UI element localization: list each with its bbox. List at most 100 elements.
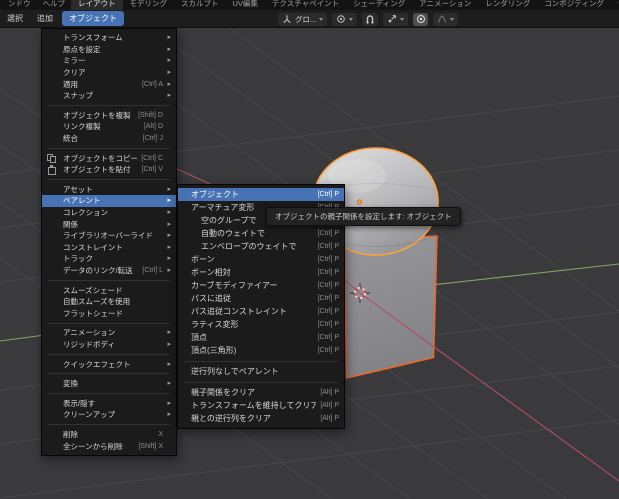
submenu-arrow-icon: ▸ <box>167 92 171 100</box>
menu-item-track[interactable]: トラック ▸ <box>42 253 176 265</box>
menu-separator <box>48 392 170 394</box>
menu-item-vertex[interactable]: 頂点 [Ctrl] P <box>178 331 344 344</box>
submenu-arrow-icon: ▸ <box>167 57 171 65</box>
menu-item-vertex-triangle[interactable]: 頂点(三角形) [Ctrl] P <box>178 344 344 357</box>
object-menu-panel: トランスフォーム ▸ 原点を設定 ▸ ミラー ▸ クリア ▸ 適用 [Ctrl] A ▸ スナップ ▸ オ… <box>41 28 177 456</box>
menu-item-snap[interactable]: スナップ ▸ <box>42 90 176 102</box>
workspace-tab-animation[interactable]: アニメーション <box>412 0 478 10</box>
workspace-tab-compositing[interactable]: コンポジティング <box>537 0 611 10</box>
menu-item-convert[interactable]: 変換 ▸ <box>42 378 176 390</box>
menu-item-paste-objects[interactable]: オブジェクトを貼付 [Ctrl] V <box>42 164 176 176</box>
workspace-tab-rendering[interactable]: レンダリング <box>478 0 537 10</box>
menu-item-label: ラティス変形 <box>191 320 239 329</box>
menu-item-library-override[interactable]: ライブラリオーバーライド ▸ <box>42 230 176 242</box>
menu-item-with-automatic-weights[interactable]: 自動のウェイトで [Ctrl] P <box>178 227 344 240</box>
menu-item-constraints[interactable]: コンストレイント ▸ <box>42 242 176 254</box>
menu-item-parent[interactable]: ペアレント ▸ <box>42 195 176 207</box>
menu-separator <box>184 360 338 362</box>
menu-item-label: 関係 <box>63 219 78 229</box>
menu-item-relations[interactable]: 関係 ▸ <box>42 218 176 230</box>
submenu-arrow-icon: ▸ <box>167 209 171 217</box>
workspace-tab-geometry-nodes[interactable]: ジオメトリノード <box>611 0 619 10</box>
menu-item-with-envelope-weights[interactable]: エンベロープのウェイトで [Ctrl] P <box>178 240 344 253</box>
menu-item-bone-relative[interactable]: ボーン相対 [Ctrl] P <box>178 266 344 279</box>
submenu-arrow-icon: ▸ <box>167 80 171 88</box>
cube-object[interactable] <box>343 235 438 379</box>
menu-item-clear[interactable]: クリア ▸ <box>42 67 176 79</box>
menu-item-copy-objects[interactable]: オブジェクトをコピー [Ctrl] C <box>42 152 176 164</box>
menu-item-follow-path[interactable]: パスに追従 [Ctrl] P <box>178 292 344 305</box>
menu-item-shade-smooth[interactable]: スムーズシェード <box>42 284 176 296</box>
menu-item-apply[interactable]: 適用 [Ctrl] A ▸ <box>42 78 176 90</box>
menu-item-shortcut: [Ctrl] P <box>317 282 339 289</box>
topbar-menu-partial[interactable]: ンドウ <box>2 0 37 10</box>
menu-select[interactable]: 選択 <box>0 11 30 26</box>
proportional-editing-toggle[interactable] <box>413 12 429 26</box>
chevron-down-icon <box>400 17 405 21</box>
snap-toggle-button[interactable] <box>362 12 379 26</box>
menu-item-shortcut: [Ctrl] V <box>141 166 163 174</box>
workspace-tab-uv-editing[interactable]: UV編集 <box>226 0 265 10</box>
menu-item-mirror[interactable]: ミラー ▸ <box>42 55 176 67</box>
menu-item-animation[interactable]: アニメーション ▸ <box>42 327 176 339</box>
menu-separator <box>48 424 170 426</box>
menu-item-delete-global[interactable]: 全シーンから削除 [Shift] X <box>42 440 176 452</box>
menu-item-label: パスに追従 <box>191 294 231 303</box>
menu-object[interactable]: オブジェクト <box>62 11 124 26</box>
submenu-arrow-icon: ▸ <box>167 34 171 42</box>
blender-window: ンドウ ヘルプ レイアウト モデリング スカルプト UV編集 テクスチャペイント シェーディン… <box>0 0 619 499</box>
menu-item-cleanup[interactable]: クリーンアップ ▸ <box>42 409 176 421</box>
menu-item-label: 頂点(三角形) <box>191 346 237 355</box>
viewport-header: 選択 追加 オブジェクト グロ... <box>0 10 619 28</box>
workspace-tab-texture-paint[interactable]: テクスチャペイント <box>265 0 346 10</box>
proportional-falloff-dropdown[interactable] <box>433 12 459 26</box>
workspace-tab-sculpting[interactable]: スカルプト <box>174 0 226 10</box>
menu-item-object[interactable]: オブジェクト [Ctrl] P <box>178 188 344 201</box>
menu-item-shortcut: [Alt] P <box>320 402 339 409</box>
menu-item-quick-effects[interactable]: クイックエフェクト ▸ <box>42 358 176 370</box>
menu-item-clear-parent-inverse[interactable]: 親との逆行列をクリア [Alt] P <box>178 412 344 425</box>
menu-separator <box>48 147 170 149</box>
menu-item-clear-parent[interactable]: 親子関係をクリア [Alt] P <box>178 386 344 399</box>
menu-item-shade-flat[interactable]: フラットシェード <box>42 307 176 319</box>
menu-item-shortcut: [Shift] D <box>138 111 163 119</box>
menu-item-delete[interactable]: 削除 X <box>42 429 176 441</box>
menu-item-shade-auto-smooth[interactable]: 自動スムーズを使用 <box>42 296 176 308</box>
topbar-menu-partial[interactable]: ヘルプ <box>37 0 72 10</box>
menu-item-make-parent-without-inverse[interactable]: 逆行列なしでペアレント <box>178 365 344 378</box>
menu-item-label: 自動スムーズを使用 <box>63 297 131 307</box>
workspace-tab-shading[interactable]: シェーディング <box>346 0 412 10</box>
pivot-point-dropdown[interactable] <box>332 12 358 26</box>
menu-item-rigid-body[interactable]: リジッドボディ ▸ <box>42 339 176 351</box>
menu-item-label: 変換 <box>63 379 78 389</box>
workspace-tab-layout[interactable]: レイアウト <box>71 0 123 10</box>
menu-item-lattice-deform[interactable]: ラティス変形 [Ctrl] P <box>178 318 344 331</box>
chevron-down-icon <box>349 17 354 21</box>
menu-item-collection[interactable]: コレクション ▸ <box>42 207 176 219</box>
submenu-arrow-icon: ▸ <box>167 329 171 337</box>
menu-item-label: オブジェクトを複製 <box>63 110 131 120</box>
snap-with-dropdown[interactable] <box>383 12 409 26</box>
menu-add[interactable]: 追加 <box>30 11 60 26</box>
menu-item-bone[interactable]: ボーン [Ctrl] P <box>178 253 344 266</box>
menu-item-link-transfer-data[interactable]: データのリンク/転送 [Ctrl] L ▸ <box>42 265 176 277</box>
menu-item-label: 親との逆行列をクリア <box>191 414 271 423</box>
menu-item-show-hide[interactable]: 表示/隠す ▸ <box>42 397 176 409</box>
menu-item-curve-modifier[interactable]: カーブモディファイアー [Ctrl] P <box>178 279 344 292</box>
chevron-down-icon <box>319 17 324 21</box>
menu-item-asset[interactable]: アセット ▸ <box>42 184 176 196</box>
menu-item-set-origin[interactable]: 原点を設定 ▸ <box>42 44 176 56</box>
pivot-point-icon <box>337 15 346 23</box>
submenu-arrow-icon: ▸ <box>167 45 171 53</box>
menu-item-join[interactable]: 統合 [Ctrl] J <box>42 133 176 145</box>
menu-item-label: リジッドボディ <box>63 339 115 349</box>
menu-item-path-constraint[interactable]: パス追従コンストレイント [Ctrl] P <box>178 305 344 318</box>
transform-orientation-dropdown[interactable]: グロ... <box>278 12 328 26</box>
menu-item-label: 表示/隠す <box>63 398 96 408</box>
menu-item-transform[interactable]: トランスフォーム ▸ <box>42 32 176 44</box>
workspace-tab-modeling[interactable]: モデリング <box>123 0 175 10</box>
menu-item-shortcut: [Ctrl] P <box>317 243 339 250</box>
menu-item-clear-keep-transform[interactable]: トランスフォームを維持してクリア [Alt] P <box>178 399 344 412</box>
menu-item-duplicate-linked[interactable]: リンク複製 [Alt] D <box>42 121 176 133</box>
menu-item-duplicate-objects[interactable]: オブジェクトを複製 [Shift] D <box>42 110 176 122</box>
